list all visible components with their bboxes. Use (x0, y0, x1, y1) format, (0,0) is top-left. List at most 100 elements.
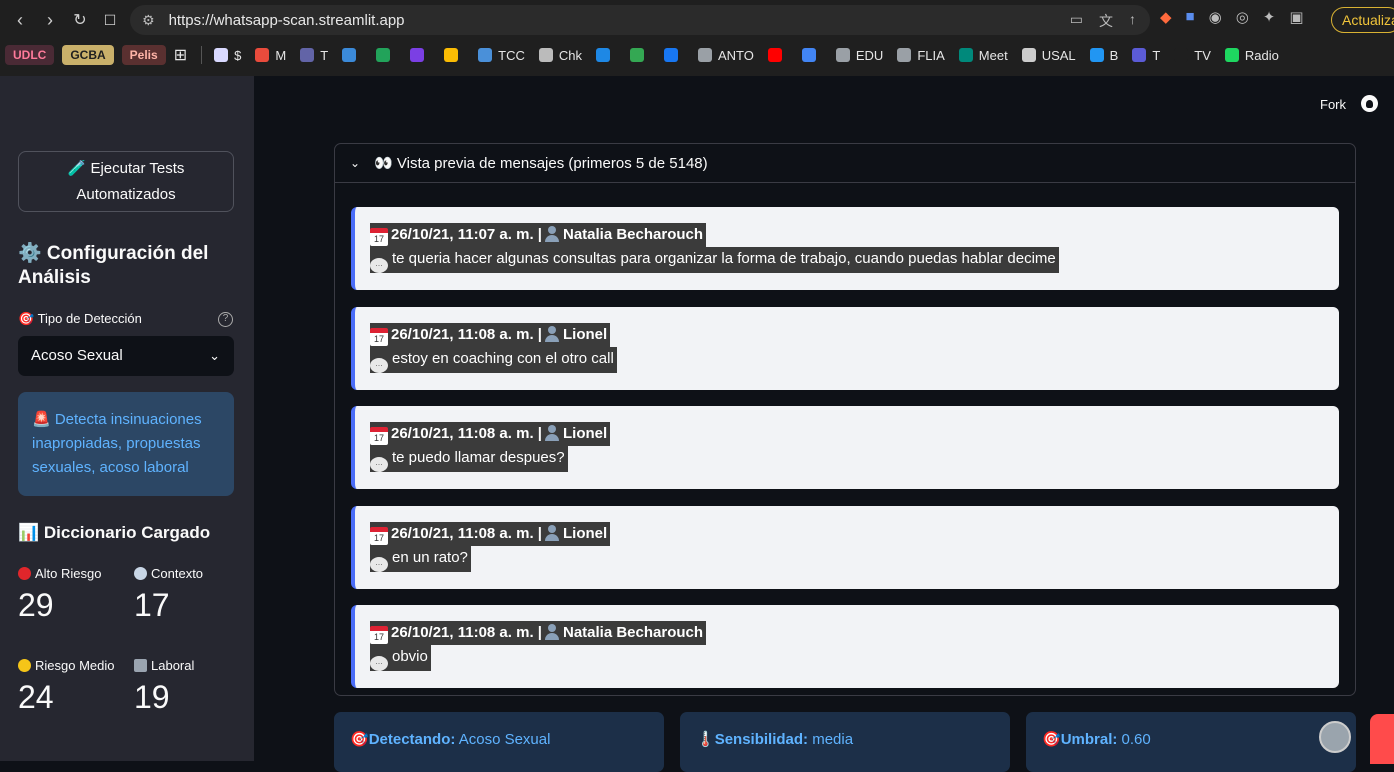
bookmark-icon (663, 48, 678, 62)
address-bar[interactable]: ⚙ https://whatsapp-scan.streamlit.app ▭ … (130, 5, 1150, 35)
bookmark-icon (410, 48, 425, 62)
detection-type-select[interactable]: Acoso Sexual ⌄ (18, 336, 234, 376)
bookmark-item[interactable] (629, 48, 650, 62)
expander-header[interactable]: ⌄ 👀 Vista previa de mensajes (primeros 5… (335, 144, 1355, 183)
message-card: 17 26/10/21, 11:08 a. m. | Lionel... en un … (351, 505, 1339, 589)
bookmark-item[interactable]: ANTO (697, 48, 754, 63)
message-meta: 17 26/10/21, 11:08 a. m. | Lionel (370, 521, 611, 546)
message-card: 17 26/10/21, 11:07 a. m. | Natalia Becharo… (351, 207, 1339, 290)
bookmark-label: Chk (558, 47, 582, 63)
bookmark-label: TV (1194, 47, 1211, 63)
bookmark-item[interactable]: FLIA (897, 48, 945, 63)
url-text[interactable]: https://whatsapp-scan.streamlit.app (169, 12, 405, 29)
bookmark-item[interactable] (663, 48, 684, 62)
bookmark-icon (342, 48, 357, 62)
translate-icon[interactable]: 文 (1099, 11, 1113, 31)
bookmark-item[interactable] (342, 48, 362, 62)
bookmark-item[interactable]: Radio (1224, 47, 1279, 63)
card-detecting: 🎯Detectando: Acoso Sexual (334, 712, 664, 772)
metric-riesgo-medio: Riesgo Medio 24 (18, 658, 128, 716)
message-timestamp: 26/10/21, 11:08 a. m. | (391, 325, 542, 343)
bookmark-item[interactable]: T (300, 48, 328, 63)
update-button[interactable]: Actualizar (1331, 7, 1394, 33)
bookmark-label: Radio (1244, 47, 1279, 63)
bookmark-icon (376, 48, 391, 62)
bookmark-icon (478, 48, 493, 62)
message-card: 17 26/10/21, 11:08 a. m. | Natalia Becharo… (351, 605, 1339, 688)
bookmark-item[interactable]: $ (214, 48, 241, 63)
metric-value: 17 (134, 587, 170, 623)
metric-contexto: Contexto 17 (134, 566, 244, 624)
bookmark-label: T (1152, 47, 1161, 63)
bookmark-item[interactable]: EDU (835, 48, 883, 63)
bookmark-item[interactable] (376, 48, 396, 62)
share-icon[interactable]: ↑ (1129, 11, 1136, 31)
message-body: ... en un rato? (370, 545, 471, 572)
bookmark-item[interactable]: T (1132, 48, 1160, 63)
bookmarks-bar: UDLC GCBA Pelis ⊞ $ M T TCC Chk ANTO EDU FLIA Meet US… (0, 42, 1394, 68)
bookmark-item[interactable]: TCC (478, 48, 525, 63)
card-threshold: 🎯Umbral: 0.60 (1026, 712, 1356, 772)
bookmark-icon (538, 48, 553, 62)
bookmark-item[interactable] (410, 48, 430, 62)
speech-bubble-icon: ... (370, 258, 388, 273)
site-settings-icon[interactable]: ⚙ (142, 12, 155, 29)
bookmark-icon (214, 48, 229, 62)
bookmark-item[interactable]: Meet (958, 48, 1008, 63)
bookmark-folder[interactable]: UDLC (5, 45, 55, 65)
bookmark-item[interactable] (801, 48, 822, 62)
extension-icon[interactable]: ◎ (1236, 8, 1249, 26)
metric-alto-riesgo: Alto Riesgo 29 (18, 566, 128, 624)
manage-app-button[interactable] (1370, 714, 1394, 764)
bookmark-folder[interactable]: GCBA (62, 45, 114, 65)
bookmark-item[interactable] (767, 48, 788, 62)
password-manager-icon[interactable]: ■ (1186, 8, 1195, 26)
avatar[interactable] (1319, 721, 1351, 753)
metric-value: 19 (134, 679, 170, 715)
bookmark-item[interactable] (444, 48, 464, 62)
reload-icon[interactable]: ↻ (65, 5, 95, 35)
extensions-bar: ◆ ■ ◉ ◎ ✦ ▣ (1160, 8, 1304, 26)
back-icon[interactable]: ‹ (5, 5, 35, 35)
bookmark-icon (835, 48, 850, 62)
cast-icon[interactable]: ▭ (1070, 11, 1083, 31)
speech-bubble-icon: ... (370, 656, 388, 671)
github-icon[interactable] (1361, 95, 1378, 112)
bookmark-icon (897, 48, 912, 62)
bookmark-item[interactable] (595, 48, 616, 62)
bookmark-icon (1089, 48, 1104, 62)
run-tests-button[interactable]: 🧪 Ejecutar Tests Automatizados (18, 151, 234, 212)
message-text: obvio (392, 648, 428, 665)
dictionary-title: 📊 Diccionario Cargado (18, 523, 211, 542)
red-circle-icon (18, 567, 31, 580)
bookmark-item[interactable]: Chk (538, 47, 582, 63)
apps-grid-icon[interactable]: ⊞ (174, 45, 187, 65)
help-icon[interactable]: ? (218, 312, 233, 327)
shield-icon[interactable]: ◆ (1160, 8, 1172, 26)
calendar-icon: 17 (370, 427, 388, 445)
message-timestamp: 26/10/21, 11:08 a. m. | (391, 524, 542, 542)
puzzle-icon[interactable]: ✦ (1263, 8, 1276, 26)
office-building-icon (134, 659, 147, 672)
chevron-down-icon: ⌄ (209, 348, 220, 363)
camera-icon[interactable]: ◉ (1209, 8, 1222, 26)
forward-icon[interactable]: › (35, 5, 65, 35)
fork-link[interactable]: Fork (1320, 97, 1346, 112)
bookmark-icon (255, 48, 270, 62)
bookmark-icon (444, 48, 459, 62)
detection-type-value: Acoso Sexual (31, 347, 123, 364)
bookmark-item[interactable]: TV (1174, 48, 1211, 63)
person-icon (544, 425, 560, 441)
bookmark-icon[interactable]: ☐ (95, 5, 125, 35)
bookmark-item[interactable]: USAL (1021, 47, 1076, 63)
bookmark-label: USAL (1041, 47, 1076, 63)
bookmark-icon (1132, 48, 1147, 62)
bookmark-folder[interactable]: Pelis (121, 45, 166, 65)
bookmark-item[interactable]: B (1089, 48, 1118, 63)
reader-icon[interactable]: ▣ (1289, 8, 1303, 26)
message-timestamp: 26/10/21, 11:08 a. m. | (391, 624, 542, 641)
browser-chrome: ‹ › ↻ ☐ ⚙ https://whatsapp-scan.streamli… (0, 0, 1394, 76)
person-icon (544, 624, 560, 640)
bookmark-item[interactable]: M (255, 48, 286, 63)
chevron-down-icon: ⌄ (350, 156, 361, 170)
